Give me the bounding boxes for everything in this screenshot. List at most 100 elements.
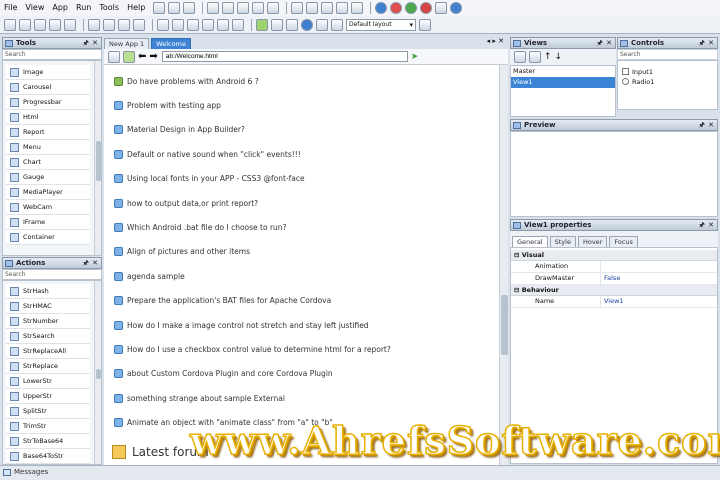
menu-help[interactable]: Help [123, 0, 149, 16]
layout-select[interactable]: Default layout [346, 18, 416, 31]
action-item-trimstr[interactable]: TrimStr [6, 419, 90, 434]
action-item-upperstr[interactable]: UpperStr [6, 389, 90, 404]
category-behaviour[interactable]: ⊟ Behaviour [511, 285, 717, 296]
tool-item-webcam[interactable]: WebCam [6, 200, 90, 215]
tool-item-gauge[interactable]: Gauge [6, 170, 90, 185]
align-right-icon[interactable] [187, 18, 199, 31]
property-row-drawmaster[interactable]: DrawMaster False [511, 273, 717, 285]
forum-topic-link[interactable]: agenda sample [104, 264, 498, 288]
tab-welcome[interactable]: Welcome [151, 38, 191, 49]
globe-icon[interactable] [405, 2, 418, 14]
target-icon[interactable] [316, 18, 328, 31]
property-row-animation[interactable]: Animation [511, 261, 717, 273]
align-left-icon[interactable] [157, 18, 169, 31]
url-input[interactable] [161, 51, 408, 62]
layers-icon[interactable] [291, 2, 304, 14]
new-app-icon[interactable] [4, 18, 16, 31]
grid-icon[interactable] [267, 2, 280, 14]
actions-scroll-thumb[interactable] [96, 369, 101, 379]
forum-topic-link[interactable]: Using local fonts in your APP - CSS3 @fo… [104, 167, 498, 191]
action-item-splitstr[interactable]: SplitStr [6, 404, 90, 419]
tool-item-image[interactable]: Image [6, 65, 90, 80]
controls-search-input[interactable]: Search [617, 49, 718, 60]
tab-hover[interactable]: Hover [577, 236, 608, 247]
close-icon[interactable]: ✕ [708, 120, 714, 131]
align-bottom-icon[interactable] [232, 18, 244, 31]
new-doc-icon[interactable] [153, 2, 166, 14]
build-icon[interactable] [49, 18, 61, 31]
action-item-lowerstr[interactable]: LowerStr [6, 374, 90, 389]
property-value[interactable]: View1 [601, 296, 624, 307]
pin-icon[interactable]: 🖈 [699, 38, 705, 49]
export-icon[interactable] [306, 2, 319, 14]
add-view-icon[interactable] [514, 51, 526, 63]
action-item-strreplaceall[interactable]: StrReplaceAll [6, 344, 90, 359]
menu-view[interactable]: View [21, 0, 48, 16]
back-arrow-icon[interactable]: ⬅ [138, 51, 146, 62]
close-icon[interactable]: ✕ [606, 38, 612, 49]
forum-topic-link[interactable]: about Custom Cordova Plugin and core Cor… [104, 362, 498, 386]
close-icon[interactable]: ✕ [92, 38, 98, 49]
open-doc-icon[interactable] [168, 2, 181, 14]
forum-topic-link[interactable]: Prepare the application's BAT files for … [104, 289, 498, 313]
eye-icon[interactable] [286, 18, 298, 31]
close-icon[interactable]: ✕ [92, 258, 98, 269]
action-item-strsearch[interactable]: StrSearch [6, 329, 90, 344]
tools-scrollbar[interactable] [94, 61, 101, 255]
layout-settings-icon[interactable] [419, 18, 431, 31]
tool-item-chart[interactable]: Chart [6, 155, 90, 170]
forum-topic-link[interactable]: Material Design in App Builder? [104, 118, 498, 142]
tool-item-report[interactable]: Report [6, 125, 90, 140]
arrow-up-icon[interactable] [207, 2, 220, 14]
view-item-master[interactable]: Master [511, 66, 615, 77]
property-row-name[interactable]: Name View1 [511, 296, 717, 308]
action-item-strreplace[interactable]: StrReplace [6, 359, 90, 374]
forum-topic-link[interactable]: How do I use a checkbox control value to… [104, 337, 498, 361]
forum-topic-link[interactable]: Do have problems with Android 6 ? [104, 69, 498, 93]
tab-nav-arrows[interactable]: ◂ ▸ ✕ [487, 37, 504, 45]
tab-new-app-1[interactable]: New App 1 [104, 38, 150, 49]
tools-search-input[interactable]: Search [2, 49, 102, 60]
window-icon[interactable] [88, 18, 100, 31]
save-app-icon[interactable] [34, 18, 46, 31]
tool-item-iframe[interactable]: IFrame [6, 215, 90, 230]
open-app-icon[interactable] [19, 18, 31, 31]
tab-style[interactable]: Style [549, 236, 576, 247]
view-item-view1[interactable]: View1 [511, 77, 615, 88]
copy-view-icon[interactable] [529, 51, 541, 63]
action-item-strtobase64[interactable]: StrToBase64 [6, 434, 90, 449]
play-icon[interactable] [256, 18, 268, 31]
browser-icon[interactable] [351, 2, 364, 14]
browser-refresh-icon[interactable] [123, 50, 135, 63]
forum-topic-link[interactable]: Which Android .bat file do I choose to r… [104, 215, 498, 239]
paste-icon[interactable] [252, 2, 265, 14]
pin-icon[interactable]: 🖈 [597, 38, 603, 49]
menu-file[interactable]: File [0, 0, 21, 16]
tool-item-menu[interactable]: Menu [6, 140, 90, 155]
control-item-radio1[interactable]: Radio1 [618, 77, 717, 87]
forum-topic-link[interactable]: how to output data,or print report? [104, 191, 498, 215]
forum-topic-link[interactable]: How do I make a image control not stretc… [104, 313, 498, 337]
tab-general[interactable]: General [512, 236, 548, 247]
window-split-icon[interactable] [103, 18, 115, 31]
forum-topic-link[interactable]: Default or native sound when "click" eve… [104, 142, 498, 166]
debug-icon[interactable] [331, 18, 343, 31]
actions-search-input[interactable]: Search [2, 269, 102, 280]
align-center-icon[interactable] [172, 18, 184, 31]
forum-topic-link[interactable]: something strange about sample External [104, 386, 498, 410]
action-item-base64tostr[interactable]: Base64ToStr [6, 449, 90, 464]
property-value[interactable] [601, 261, 604, 272]
help-icon[interactable] [375, 2, 388, 14]
theme-icon[interactable] [64, 18, 76, 31]
forum-topic-link[interactable]: Problem with testing app [104, 93, 498, 117]
welcome-scrollbar[interactable] [499, 65, 508, 465]
action-item-strhmac[interactable]: StrHMAC [6, 299, 90, 314]
tool-item-container[interactable]: Container [6, 230, 90, 245]
arrow-down-icon[interactable] [222, 2, 235, 14]
actions-scrollbar[interactable] [94, 281, 101, 464]
move-up-icon[interactable]: ↑ [544, 52, 552, 62]
tools-scroll-thumb[interactable] [96, 141, 101, 181]
pin-icon[interactable]: 🖈 [83, 38, 89, 49]
save-doc-icon[interactable] [183, 2, 196, 14]
welcome-scroll-thumb[interactable] [501, 295, 508, 355]
